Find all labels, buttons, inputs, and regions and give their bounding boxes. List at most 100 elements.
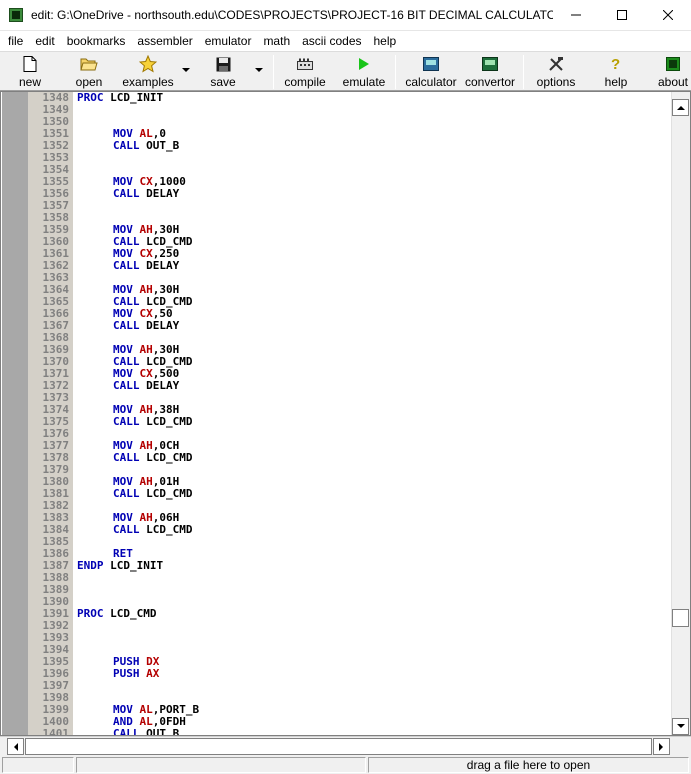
code-line[interactable]: CALL DELAY	[73, 380, 671, 392]
save-button[interactable]: save	[205, 54, 241, 90]
star-icon	[139, 55, 157, 73]
save-dropdown-arrow[interactable]	[255, 68, 263, 72]
new-file-icon	[21, 55, 39, 73]
menu-math[interactable]: math	[257, 31, 296, 51]
convertor-button[interactable]: convertor	[462, 54, 518, 90]
emulate-button[interactable]: emulate	[340, 54, 388, 90]
code-line[interactable]: CALL LCD_CMD	[73, 488, 671, 500]
vertical-scrollbar[interactable]	[671, 92, 690, 735]
code-operand: LCD_CMD	[103, 607, 157, 620]
scroll-thumb[interactable]	[672, 609, 689, 627]
about-icon	[664, 55, 682, 73]
tools-icon	[547, 55, 565, 73]
options-label: options	[536, 75, 576, 89]
scroll-up-icon	[676, 106, 685, 110]
code-line[interactable]	[73, 536, 671, 548]
bookmark-margin[interactable]	[2, 92, 28, 735]
menu-ascii-codes[interactable]: ascii codes	[296, 31, 367, 51]
new-button[interactable]: new	[12, 54, 48, 90]
scroll-down-button[interactable]	[672, 718, 689, 735]
code-line[interactable]	[73, 152, 671, 164]
code-operand: OUT_B	[139, 139, 180, 152]
calculator-icon	[422, 55, 440, 73]
code-line[interactable]: CALL DELAY	[73, 320, 671, 332]
minimize-button[interactable]	[553, 0, 599, 31]
convertor-label: convertor	[464, 75, 516, 89]
code-keyword: CALL	[113, 379, 140, 392]
code-keyword: PUSH	[113, 667, 140, 680]
code-line[interactable]	[73, 632, 671, 644]
compile-icon	[296, 55, 314, 73]
new-label: new	[18, 75, 41, 89]
code-area[interactable]: PROC LCD_INIT MOV AL,0 CALL OUT_B MOV CX,10…	[73, 92, 671, 735]
scroll-right-icon	[659, 742, 663, 751]
code-operand: LCD_CMD	[139, 415, 193, 428]
app-icon	[9, 8, 23, 22]
maximize-button[interactable]	[599, 0, 645, 31]
examples-dropdown-arrow[interactable]	[182, 68, 190, 72]
open-button[interactable]: open	[70, 54, 108, 90]
open-folder-icon	[80, 55, 98, 73]
svg-text:?: ?	[611, 56, 620, 72]
code-line[interactable]: PUSH AX	[73, 668, 671, 680]
code-keyword: CALL	[113, 259, 140, 272]
menu-bar: file edit bookmarks assembler emulator m…	[0, 31, 691, 51]
code-operand: LCD_CMD	[139, 523, 193, 536]
help-button[interactable]: ? help	[600, 54, 632, 90]
scroll-left-button[interactable]	[7, 738, 24, 755]
code-line[interactable]: ENDP LCD_INIT	[73, 560, 671, 572]
options-button[interactable]: options	[533, 54, 579, 90]
code-line[interactable]	[73, 584, 671, 596]
code-keyword: CALL	[113, 451, 140, 464]
status-bar: drag a file here to open	[0, 755, 691, 774]
code-line[interactable]: CALL LCD_CMD	[73, 452, 671, 464]
code-line[interactable]: CALL OUT_B	[73, 727, 671, 736]
menu-file[interactable]: file	[2, 31, 29, 51]
code-line[interactable]	[73, 200, 671, 212]
horizontal-scroll-thumb[interactable]	[25, 738, 652, 755]
examples-label: examples	[122, 75, 174, 89]
menu-emulator[interactable]: emulator	[199, 31, 258, 51]
code-line[interactable]	[73, 644, 671, 656]
about-label: about	[657, 75, 689, 89]
calculator-label: calculator	[405, 75, 457, 89]
code-line[interactable]: PUSH DX	[73, 656, 671, 668]
emulate-label: emulate	[342, 75, 386, 89]
about-button[interactable]: about	[655, 54, 691, 90]
code-line[interactable]	[73, 620, 671, 632]
code-line[interactable]	[73, 596, 671, 608]
scroll-up-button[interactable]	[672, 99, 689, 116]
help-icon: ?	[607, 55, 625, 73]
code-operand: LCD_CMD	[139, 451, 193, 464]
code-line[interactable]: CALL OUT_B	[73, 140, 671, 152]
close-button[interactable]	[645, 0, 691, 31]
code-line[interactable]	[73, 680, 671, 692]
close-icon	[663, 10, 673, 20]
code-keyword: CALL	[113, 523, 140, 536]
code-line[interactable]: CALL LCD_CMD	[73, 416, 671, 428]
menu-edit[interactable]: edit	[29, 31, 60, 51]
code-editor[interactable]: 1348 1349 1350 1351 1352 1353 1354 1355 1356 1357…	[0, 91, 691, 736]
calculator-button[interactable]: calculator	[402, 54, 460, 90]
compile-button[interactable]: compile	[281, 54, 329, 90]
status-pane-position	[2, 757, 74, 773]
code-keyword: CALL	[113, 139, 140, 152]
scroll-right-button[interactable]	[653, 738, 670, 755]
floppy-disk-icon	[214, 55, 232, 73]
menu-bookmarks[interactable]: bookmarks	[61, 31, 132, 51]
code-line[interactable]: PROC LCD_CMD	[73, 608, 671, 620]
code-keyword: PROC	[77, 92, 104, 104]
horizontal-scrollbar[interactable]	[0, 736, 691, 755]
minimize-icon	[571, 14, 581, 16]
code-line[interactable]	[73, 104, 671, 116]
code-line[interactable]: PROC LCD_INIT	[73, 92, 671, 104]
menu-assembler[interactable]: assembler	[131, 31, 198, 51]
menu-help[interactable]: help	[368, 31, 403, 51]
code-keyword: CALL	[113, 727, 140, 736]
code-line[interactable]: CALL LCD_CMD	[73, 524, 671, 536]
code-operand: DELAY	[139, 319, 180, 332]
code-line[interactable]: CALL DELAY	[73, 188, 671, 200]
code-line[interactable]	[73, 572, 671, 584]
examples-button[interactable]: examples	[120, 54, 176, 90]
code-line[interactable]: CALL DELAY	[73, 260, 671, 272]
